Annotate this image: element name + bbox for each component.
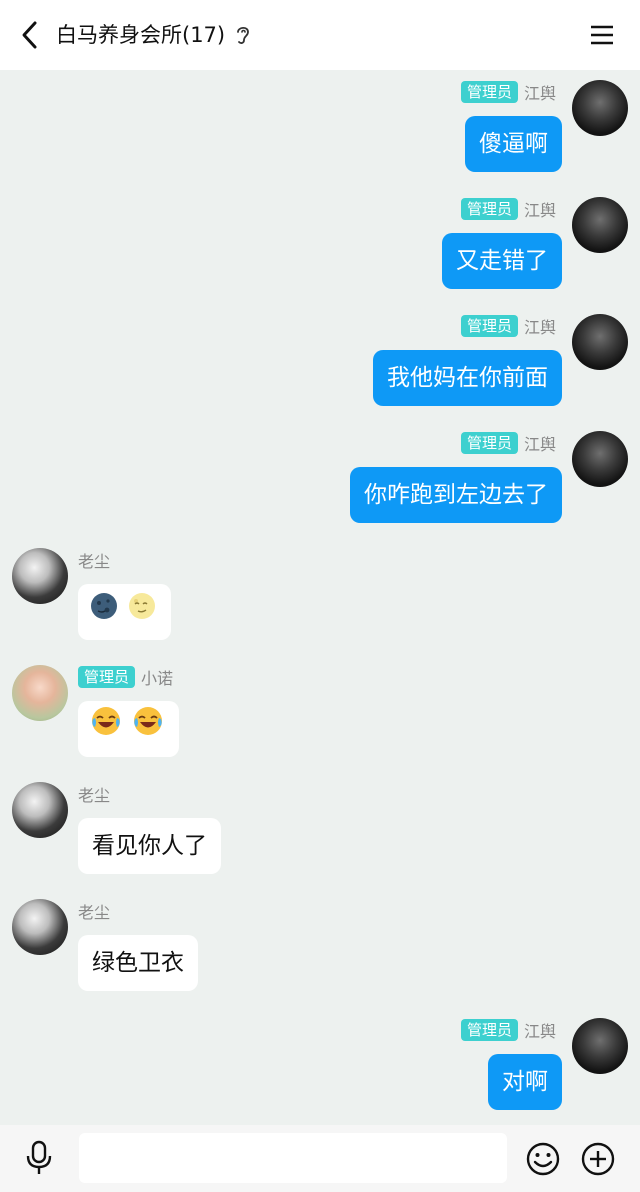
sender-meta: 管理员 江舆 — [460, 314, 556, 338]
full-moon-face-emoji — [128, 585, 156, 641]
avatar[interactable] — [572, 197, 628, 253]
admin-badge: 管理员 — [460, 315, 518, 337]
sender-meta: 管理员 江舆 — [460, 80, 556, 104]
smile-emoji-icon[interactable] — [525, 1141, 561, 1177]
message-item: 老尘 看见你人了 — [0, 772, 640, 882]
sender-name: 江舆 — [523, 435, 556, 454]
sender-name: 小诺 — [141, 669, 174, 688]
admin-badge: 管理员 — [460, 81, 518, 103]
message-item: 老尘 — [0, 538, 640, 648]
sender-name: 江舆 — [523, 84, 556, 103]
avatar[interactable] — [12, 899, 68, 955]
hamburger-menu-icon[interactable] — [584, 18, 620, 52]
message-bubble[interactable]: 看见你人了 — [78, 818, 221, 874]
message-item: 老尘 绿色卫衣 — [0, 889, 640, 999]
input-bar — [0, 1125, 640, 1192]
chat-message-list[interactable]: 管理员 江舆 傻逼啊 管理员 江舆 又走错了 管理员 江舆 我他妈在你前面 管理… — [0, 70, 640, 1125]
avatar[interactable] — [572, 80, 628, 136]
admin-badge: 管理员 — [460, 1019, 518, 1041]
message-bubble[interactable]: 你咋跑到左边去了 — [350, 467, 562, 523]
laughing-crying-emoji — [132, 702, 164, 758]
sender-meta: 管理员 江舆 — [460, 431, 556, 455]
message-bubble[interactable] — [78, 701, 180, 758]
admin-badge: 管理员 — [460, 198, 518, 220]
avatar[interactable] — [572, 431, 628, 487]
message-bubble[interactable]: 绿色卫衣 — [78, 935, 198, 991]
plus-circle-icon[interactable] — [580, 1141, 616, 1177]
sender-meta: 管理员 小诺 — [78, 665, 173, 689]
message-bubble[interactable]: 又走错了 — [442, 233, 562, 289]
avatar[interactable] — [12, 548, 68, 604]
sender-meta: 老尘 — [78, 782, 110, 806]
avatar[interactable] — [12, 782, 68, 838]
avatar[interactable] — [12, 665, 68, 721]
sender-name: 老尘 — [78, 903, 111, 922]
admin-badge: 管理员 — [460, 432, 518, 454]
chevron-left-icon[interactable] — [14, 18, 44, 52]
laughing-crying-emoji — [90, 702, 122, 758]
sender-name: 老尘 — [78, 786, 111, 805]
avatar[interactable] — [572, 314, 628, 370]
message-item: 管理员 江舆 我他妈在你前面 — [0, 304, 640, 414]
message-bubble[interactable] — [78, 584, 172, 641]
sender-meta: 老尘 — [78, 548, 110, 572]
message-item: 管理员 江舆 又走错了 — [0, 187, 640, 297]
sender-meta: 管理员 江舆 — [460, 197, 556, 221]
sender-name: 老尘 — [78, 552, 111, 571]
new-moon-face-emoji — [90, 585, 118, 641]
message-input[interactable] — [79, 1133, 507, 1183]
sender-meta: 老尘 — [78, 899, 110, 923]
ear-icon — [234, 24, 252, 46]
message-bubble[interactable]: 对啊 — [488, 1054, 562, 1110]
chat-title: 白马养身会所(17) — [56, 23, 226, 47]
avatar[interactable] — [572, 1018, 628, 1074]
message-item: 管理员 江舆 对啊 — [0, 1008, 640, 1118]
message-item: 管理员 江舆 你咋跑到左边去了 — [0, 421, 640, 531]
top-bar: 白马养身会所(17) — [0, 0, 640, 70]
sender-name: 江舆 — [523, 1022, 556, 1041]
sender-name: 江舆 — [523, 318, 556, 337]
microphone-icon[interactable] — [22, 1139, 56, 1177]
message-item: 管理员 江舆 傻逼啊 — [0, 70, 640, 180]
admin-badge: 管理员 — [78, 666, 136, 688]
message-bubble[interactable]: 我他妈在你前面 — [373, 350, 562, 406]
message-bubble[interactable]: 傻逼啊 — [465, 116, 562, 172]
sender-name: 江舆 — [523, 201, 556, 220]
message-item: 管理员 小诺 — [0, 655, 640, 765]
sender-meta: 管理员 江舆 — [460, 1018, 556, 1042]
